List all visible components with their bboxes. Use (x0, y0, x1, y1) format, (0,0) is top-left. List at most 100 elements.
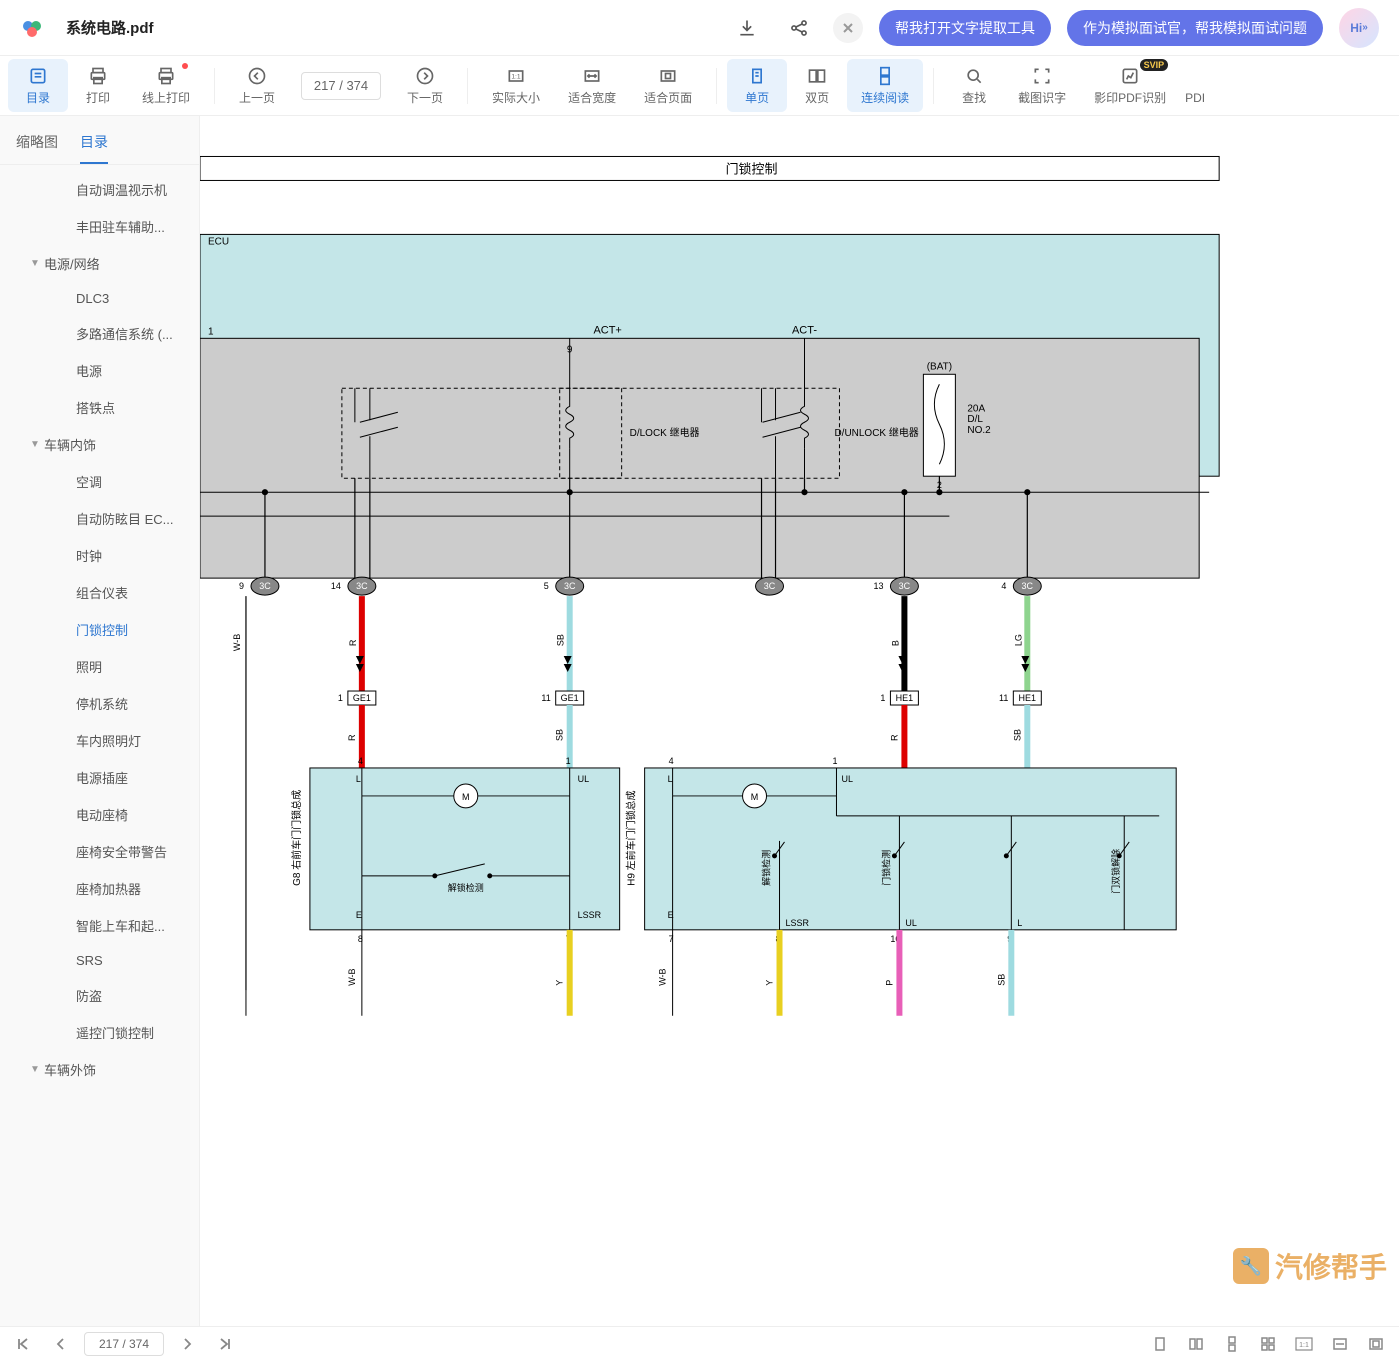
svg-text:W-B: W-B (658, 968, 668, 985)
toc-item-label: DLC3 (76, 291, 109, 306)
toc-item[interactable]: 停机系统 (0, 685, 199, 722)
tab-thumbnails[interactable]: 缩略图 (16, 124, 58, 164)
toc-item[interactable]: 防盗 (0, 977, 199, 1014)
fit-width-button[interactable] (1325, 1331, 1355, 1357)
svg-text:解锁检测: 解锁检测 (448, 882, 484, 893)
svg-text:HE1: HE1 (1019, 693, 1036, 703)
view-single-button[interactable] (1145, 1331, 1175, 1357)
svg-text:门双锁解除: 门双锁解除 (1110, 849, 1121, 894)
toc-item[interactable]: 自动调温视示机 (0, 171, 199, 208)
toc-item[interactable]: 搭铁点 (0, 389, 199, 426)
toolbar-label: 连续阅读 (861, 89, 909, 106)
ecu-label: ECU (208, 236, 229, 247)
svg-text:R: R (348, 639, 358, 646)
toolbar-find[interactable]: 查找 (944, 59, 1004, 112)
svg-text:E: E (668, 910, 674, 920)
last-page-button[interactable] (210, 1331, 240, 1357)
continuous-icon (874, 65, 896, 87)
svg-text:M: M (462, 792, 469, 802)
toc-item[interactable]: ▼车辆外饰 (0, 1051, 199, 1088)
toolbar-online-print[interactable]: 线上打印 (128, 59, 204, 112)
toc-item[interactable]: 车内照明灯 (0, 722, 199, 759)
svg-text:Y: Y (555, 980, 565, 986)
toc-item[interactable]: 多路通信系统 (... (0, 315, 199, 352)
next-page-button[interactable] (172, 1331, 202, 1357)
toolbar-snip-ocr[interactable]: 截图识字 (1004, 59, 1080, 112)
toc-item-label: SRS (76, 953, 103, 968)
toc-item[interactable]: 电源插座 (0, 759, 199, 796)
svg-text:9: 9 (239, 581, 244, 591)
prev-page-button[interactable] (46, 1331, 76, 1357)
svg-text:1: 1 (880, 693, 885, 703)
zoom-11-button[interactable]: 1:1 (1289, 1331, 1319, 1357)
view-facing-button[interactable] (1181, 1331, 1211, 1357)
ocr-icon (1119, 65, 1141, 87)
toolbar-facing-page[interactable]: 双页 (787, 59, 847, 112)
toc-item[interactable]: 电动座椅 (0, 796, 199, 833)
toc-item-label: 智能上车和起... (76, 916, 165, 935)
svg-text:R: R (347, 734, 357, 741)
chevron-down-icon: ▼ (28, 1064, 42, 1075)
toc-item[interactable]: 照明 (0, 648, 199, 685)
toc-item[interactable]: ▼车辆内饰 (0, 426, 199, 463)
document-canvas[interactable]: 门锁控制 ECU 1 ACT+ ACT- 9 (200, 116, 1399, 1326)
svg-text:4: 4 (1001, 581, 1006, 591)
view-continuous-button[interactable] (1217, 1331, 1247, 1357)
toc-item-label: 电源/网络 (44, 254, 100, 273)
svg-text:3C: 3C (899, 581, 911, 591)
download-button[interactable] (729, 10, 765, 46)
toc-item[interactable]: 遥控门锁控制 (0, 1014, 199, 1051)
toc-item[interactable]: 座椅加热器 (0, 870, 199, 907)
toolbar-actual-size[interactable]: 1:1 实际大小 (478, 59, 554, 112)
first-page-button[interactable] (8, 1331, 38, 1357)
toolbar-toc[interactable]: 目录 (8, 59, 68, 112)
toc-item[interactable]: 门锁控制 (0, 611, 199, 648)
header-bar: 系统电路.pdf 帮我打开文字提取工具 作为模拟面试官，帮我模拟面试问题 Hi … (0, 0, 1399, 56)
toolbar-prev-page[interactable]: 上一页 (225, 59, 289, 112)
svg-text:SB: SB (556, 634, 566, 646)
suggestion-pill-extract[interactable]: 帮我打开文字提取工具 (879, 10, 1051, 46)
toolbar-single-page[interactable]: 单页 (727, 59, 787, 112)
toolbar-label: 上一页 (239, 89, 275, 106)
toolbar-ocr-pdf[interactable]: SVIP 影印PDF识别 (1080, 59, 1180, 112)
toolbar-fit-page[interactable]: 适合页面 (630, 59, 706, 112)
svg-text:B: B (890, 640, 900, 646)
toc-item[interactable]: 时钟 (0, 537, 199, 574)
tab-toc[interactable]: 目录 (80, 124, 108, 164)
toolbar-continuous[interactable]: 连续阅读 (847, 59, 923, 112)
toc-item[interactable]: 座椅安全带警告 (0, 833, 199, 870)
toc-item[interactable]: 自动防眩目 EC... (0, 500, 199, 537)
svg-text:UL: UL (578, 774, 590, 784)
svg-text:3C: 3C (1022, 581, 1034, 591)
toolbar-pdf[interactable]: PDI (1180, 61, 1210, 111)
toc-item[interactable]: SRS (0, 944, 199, 977)
close-suggestions-button[interactable] (833, 13, 863, 43)
toc-item[interactable]: 智能上车和起... (0, 907, 199, 944)
svg-text:ACT-: ACT- (792, 324, 817, 336)
avatar[interactable]: Hi » (1339, 8, 1379, 48)
toc-item[interactable]: 电源 (0, 352, 199, 389)
fit-page-button[interactable] (1361, 1331, 1391, 1357)
toolbar-fit-width[interactable]: 适合宽度 (554, 59, 630, 112)
toc-item[interactable]: DLC3 (0, 282, 199, 315)
view-grid-button[interactable] (1253, 1331, 1283, 1357)
fit-width-icon (581, 65, 603, 87)
svg-text:11: 11 (541, 693, 550, 703)
toc-item[interactable]: 组合仪表 (0, 574, 199, 611)
toc-item[interactable]: 空调 (0, 463, 199, 500)
suggestion-pill-interview[interactable]: 作为模拟面试官，帮我模拟面试问题 (1067, 10, 1323, 46)
toolbar-next-page[interactable]: 下一页 (393, 59, 457, 112)
sidebar: 缩略图 目录 自动调温视示机丰田驻车辅助...▼电源/网络DLC3多路通信系统 … (0, 116, 200, 1326)
toc-item[interactable]: 丰田驻车辅助... (0, 208, 199, 245)
share-button[interactable] (781, 10, 817, 46)
toolbar-label: 线上打印 (142, 89, 190, 106)
toolbar-print[interactable]: 打印 (68, 59, 128, 112)
app-logo (20, 16, 44, 40)
svip-badge: SVIP (1140, 59, 1169, 71)
toc-item-label: 遥控门锁控制 (76, 1023, 154, 1042)
bottom-page-input[interactable] (84, 1332, 164, 1356)
toc-item[interactable]: ▼电源/网络 (0, 245, 199, 282)
svg-text:1: 1 (338, 693, 343, 703)
page-number-input[interactable] (301, 72, 381, 100)
toolbar-label: 实际大小 (492, 89, 540, 106)
